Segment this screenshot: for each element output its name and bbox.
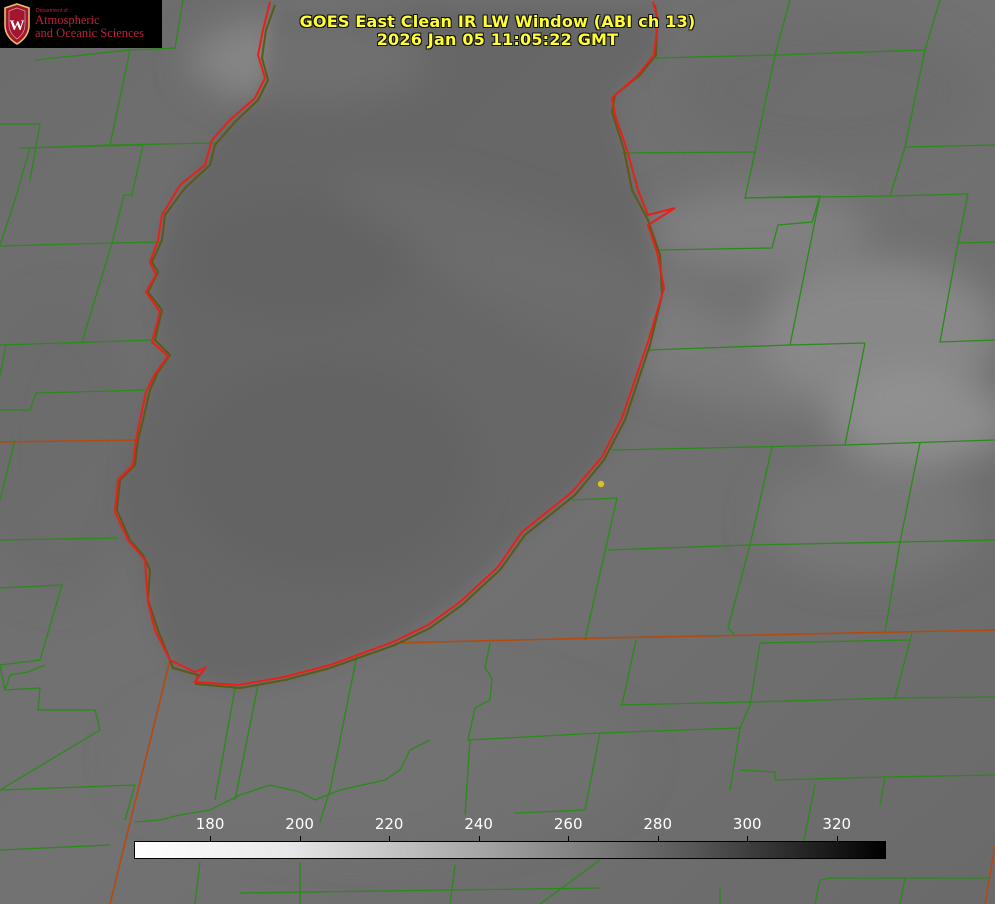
colorbar-tick-label: 200 — [285, 815, 314, 833]
colorbar-tick-label: 320 — [822, 815, 852, 833]
colorbar-tick-label: 240 — [464, 815, 493, 833]
colorbar-tick-label: 180 — [195, 815, 225, 833]
timestamp-title: 2026 Jan 05 11:05:22 GMT — [376, 30, 619, 49]
product-title: GOES East Clean IR LW Window (ABI ch 13) — [299, 12, 696, 31]
colorbar-tick-label: 220 — [374, 815, 404, 833]
satellite-ir-map — [0, 0, 995, 904]
temperature-colorbar — [134, 841, 886, 859]
colorbar-tick-label: 280 — [643, 815, 673, 833]
location-marker — [597, 480, 605, 488]
colorbar-tick-label: 300 — [732, 815, 762, 833]
colorbar-tick-label: 260 — [553, 815, 583, 833]
satellite-viewer: W Department of Atmospheric and Oceanic … — [0, 0, 995, 904]
